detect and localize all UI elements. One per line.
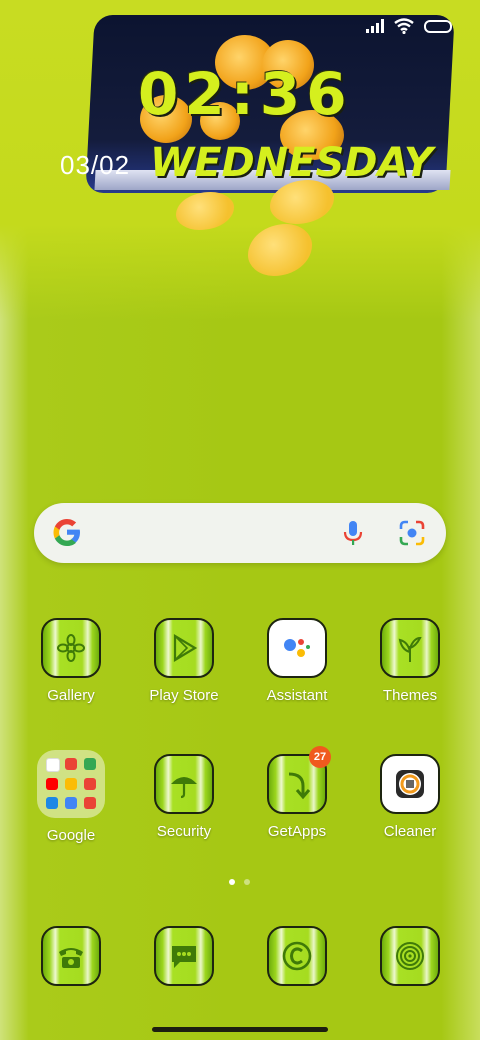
dock-messages[interactable] [134, 926, 234, 986]
notification-badge: 27 [309, 746, 331, 768]
google-search-bar[interactable] [34, 503, 446, 563]
app-label: Security [156, 823, 212, 840]
app-google-folder[interactable]: Google [21, 750, 121, 844]
app-label: GetApps [267, 823, 327, 840]
app-getapps[interactable]: 27 GetApps [247, 746, 347, 840]
camera-icon [380, 926, 440, 986]
assistant-icon [267, 618, 327, 678]
app-label: Themes [382, 687, 438, 704]
app-label: Gallery [47, 687, 95, 704]
app-assistant[interactable]: Assistant [247, 618, 347, 704]
security-icon [154, 754, 214, 814]
play-store-icon [154, 618, 214, 678]
app-play-store[interactable]: Play Store [134, 618, 234, 704]
google-folder-icon [37, 750, 105, 818]
app-label: Play Store [149, 687, 219, 704]
phone-icon [41, 926, 101, 986]
home-gesture-bar[interactable] [152, 1027, 328, 1032]
status-bar [366, 14, 452, 38]
clock-time[interactable]: 02:36 [138, 60, 353, 128]
clock-weekday[interactable]: WEDNESDAY [150, 140, 433, 186]
gallery-icon [41, 618, 101, 678]
clock-date[interactable]: 03/02 [60, 150, 130, 181]
themes-icon [380, 618, 440, 678]
page-indicator[interactable] [229, 879, 250, 885]
dock-phone[interactable] [21, 926, 121, 986]
page-dot [244, 879, 250, 885]
app-label: Google [46, 827, 96, 844]
wallpaper-petal [176, 192, 234, 230]
app-security[interactable]: Security [134, 754, 234, 840]
signal-icon [366, 19, 384, 33]
app-gallery[interactable]: Gallery [21, 618, 121, 704]
app-label: Assistant [266, 687, 328, 704]
dock-camera[interactable] [360, 926, 460, 986]
browser-icon [267, 926, 327, 986]
dock-browser[interactable] [247, 926, 347, 986]
app-label: Cleaner [383, 823, 437, 840]
cleaner-icon [380, 754, 440, 814]
google-logo-icon [53, 519, 80, 546]
wifi-icon [394, 18, 414, 34]
camera-lens-icon[interactable] [398, 519, 426, 547]
app-cleaner[interactable]: Cleaner [360, 754, 460, 840]
battery-icon [424, 19, 452, 33]
app-themes[interactable]: Themes [360, 618, 460, 704]
microphone-icon[interactable] [340, 519, 366, 547]
messages-icon [154, 926, 214, 986]
wallpaper-petal [248, 224, 312, 276]
page-dot-active [229, 879, 235, 885]
